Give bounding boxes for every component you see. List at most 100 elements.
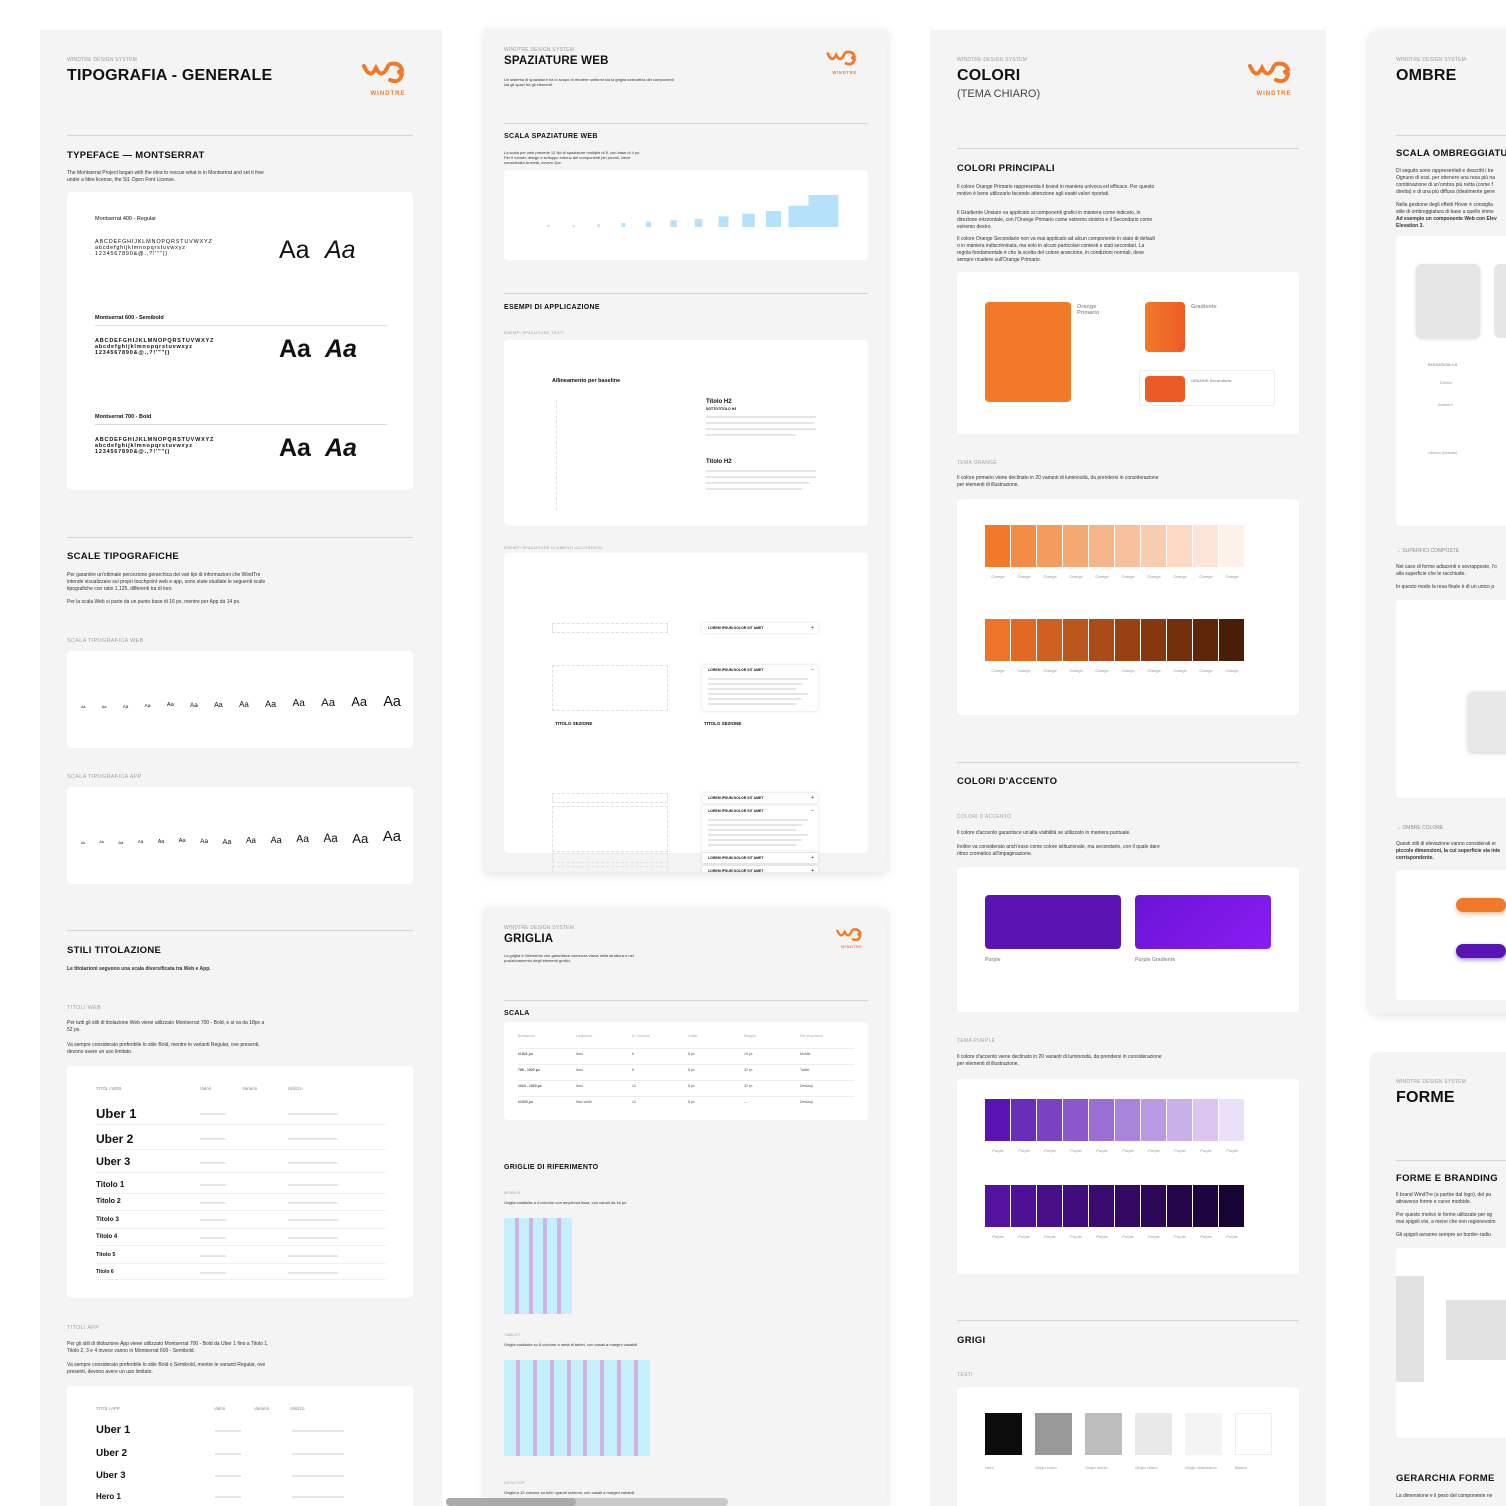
scale-sample: Aa: [137, 839, 144, 845]
accordion-item[interactable]: LOREM IPSUM DOLOR SIT AMET +: [702, 793, 818, 803]
table-header: Larghezza: [576, 1034, 593, 1038]
scale-sample: Aa: [200, 837, 209, 845]
swatch-label: Orange: [1121, 668, 1135, 673]
scale-sample: Aa: [118, 839, 124, 845]
accordion-item[interactable]: LOREM IPSUM DOLOR SIT AMET −: [702, 665, 818, 711]
plus-icon[interactable]: +: [811, 855, 814, 861]
plus-icon[interactable]: +: [811, 625, 814, 631]
swatch-label: Purple: [992, 1234, 1004, 1239]
swatch-label: Orange: [1225, 668, 1239, 673]
grid-column: [616, 1360, 621, 1456]
spacing-bars-chart: [547, 195, 839, 227]
plus-icon[interactable]: +: [811, 795, 814, 801]
accordion-card: LOREM IPSUM DOLOR SIT AMET + LOREM IPSUM D…: [504, 553, 868, 872]
section-body: Griglia costituita a 4 colonne con ampie…: [504, 1200, 628, 1205]
spacing-bar: [808, 195, 839, 227]
table-cell: Auto: [576, 1052, 584, 1056]
color-swatch: Orange: [1037, 619, 1063, 673]
color-swatch: Purple: [1115, 1099, 1141, 1153]
mobile-grid: [504, 1218, 572, 1314]
board-colori[interactable]: WINDTRE DESIGN SYSTEM COLORI (TEMA CHIAR…: [930, 30, 1326, 1506]
board-ombre[interactable]: WINDTRE DESIGN SYSTEM OMBRE SCALA OMBREG…: [1369, 30, 1506, 1014]
typeface-card: Montserrat 400 - Regular ABCDEFGHIJKLMNOP…: [67, 192, 413, 490]
board-spaziature[interactable]: WINDTRE DESIGN SYSTEM SPAZIATURE WEB WIN…: [485, 30, 887, 872]
accordion-item[interactable]: LOREM IPSUM DOLOR SIT AMET +: [702, 853, 818, 863]
swatch-label: Purple: [1018, 1148, 1030, 1153]
color-swatch: Purple: [1063, 1185, 1089, 1239]
scale-sample: Aa: [383, 693, 401, 710]
table-cell: 12: [632, 1100, 636, 1104]
superfici-link[interactable]: → SUPERFICI COMPOSTE: [1396, 548, 1459, 554]
example-h2: Titolo H2: [706, 399, 732, 405]
swatch-label: Orange: [1199, 574, 1213, 579]
purple-gradient-swatch: [1135, 895, 1271, 949]
accordion-item[interactable]: LOREM IPSUM DOLOR SIT AMET +: [702, 623, 818, 633]
minus-icon[interactable]: −: [811, 667, 814, 673]
title-sample: Titolo 4: [96, 1234, 118, 1240]
color-swatch: Purple: [1219, 1185, 1245, 1239]
accordion-label: LOREM IPSUM DOLOR SIT AMET: [708, 856, 764, 860]
sample-upright: Aa: [279, 335, 311, 363]
plus-icon[interactable]: +: [811, 868, 814, 872]
weight-label: Montserrat 400 - Regular: [95, 216, 157, 222]
section-body: Va sempre considerato preferibile lo sti…: [67, 1362, 266, 1375]
table-cell: Auto: [576, 1084, 584, 1088]
color-swatch: Purple: [1193, 1099, 1219, 1153]
caption: TESTI: [957, 1372, 973, 1378]
swatch-label: Purple: [1200, 1234, 1212, 1239]
scale-sample: Aa: [239, 700, 249, 710]
title-sample: Titolo 6: [96, 1269, 114, 1275]
board-forme[interactable]: WINDTRE DESIGN SYSTEM FORME FORME E BRAN…: [1369, 1052, 1506, 1506]
scale-sample: Aa: [265, 699, 277, 710]
sample-italic: Aa: [325, 236, 356, 264]
section-body: Il colore d'accento garantisce un'alta v…: [957, 830, 1131, 836]
caption: TITOLI APP: [67, 1325, 100, 1331]
table-header: TITOLI WEB: [96, 1086, 122, 1091]
kicker: WINDTRE DESIGN SYSTEM: [1396, 1079, 1467, 1085]
section-heading: GRIGLIE DI RIFERIMENTO: [504, 1164, 599, 1171]
swatch-label: Orange: [1147, 668, 1161, 673]
grey-swatch: Nero: [985, 1413, 1035, 1470]
section-body: Per gli stili di titolazione App viene u…: [67, 1341, 269, 1354]
elevation-sample: [1416, 264, 1480, 338]
section-heading: GRIGI: [957, 1335, 986, 1346]
color-swatch: Orange: [1037, 525, 1063, 579]
section-title: TITOLO SEZIONE: [555, 721, 593, 726]
spacing-bar: [742, 213, 755, 227]
caption: TABLET: [504, 1332, 521, 1337]
swatch-label: Purple: [1070, 1148, 1082, 1153]
baseline-title: Allineamento per baseline: [552, 378, 621, 384]
section-heading: COLORI D'ACCENTO: [957, 776, 1058, 787]
weight-label: Montserrat 600 - Semibold: [95, 315, 164, 321]
board-griglia[interactable]: WINDTRE DESIGN SYSTEM GRIGLIA WINDTRE La…: [485, 908, 887, 1506]
caption: DESKTOP: [504, 1480, 526, 1485]
scrollbar-thumb[interactable]: [446, 1498, 576, 1506]
table-cell: —: [744, 1100, 748, 1104]
color-swatch: Purple: [985, 1185, 1011, 1239]
surface-sample: [1468, 692, 1506, 752]
minus-icon[interactable]: −: [811, 808, 814, 814]
section-body: The Montserrat Project began with the id…: [67, 170, 264, 183]
glyph-row: 1234567890&@.,?!'""(): [95, 449, 171, 455]
shadow-label: Ambient: [1438, 402, 1453, 407]
grid-column: [533, 1360, 538, 1456]
board-tipografia[interactable]: WINDTRE DESIGN SYSTEM TIPOGRAFIA - GENER…: [40, 30, 442, 1506]
table-cell: 16 px: [744, 1052, 753, 1056]
section-body: Elevation 3.: [1396, 223, 1424, 229]
swatch-label: Gradiente: [1191, 304, 1217, 310]
swatch-label: Purple: [1200, 1148, 1212, 1153]
swatch-label: Orange: [1017, 668, 1031, 673]
kicker: WINDTRE DESIGN SYSTEM: [504, 925, 575, 931]
scale-sample: Aa: [382, 829, 401, 846]
swatch-label: Purple: [1122, 1148, 1134, 1153]
swatch-label: Orange: [1199, 668, 1213, 673]
accordion-item[interactable]: LOREM IPSUM DOLOR SIT AMET +: [702, 866, 818, 872]
color-swatch: Purple: [1011, 1185, 1037, 1239]
section-body: Nel caso di forme adiacenti e sovrappost…: [1396, 564, 1497, 570]
ombre-colore-link[interactable]: → OMBRE COLORE: [1396, 825, 1443, 831]
swatch-label: Purple: [1096, 1148, 1108, 1153]
section-heading: FORME E BRANDING: [1396, 1173, 1498, 1184]
grey-swatch: Bianco: [1235, 1413, 1285, 1470]
accordion-item[interactable]: LOREM IPSUM DOLOR SIT AMET −: [702, 806, 818, 852]
section-body: Per garantire un'ottimale percezione ger…: [67, 572, 266, 592]
